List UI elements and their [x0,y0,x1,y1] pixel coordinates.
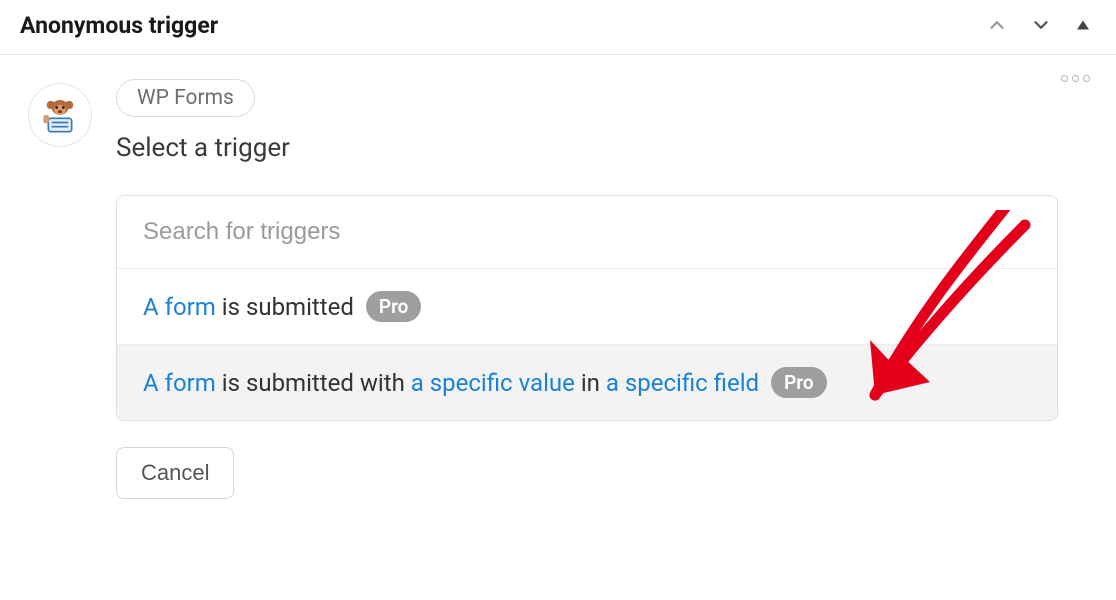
pro-badge: Pro [771,367,827,398]
chevron-up-icon [986,14,1008,36]
panel-header: Anonymous trigger [0,0,1116,55]
trigger-token-text: is submitted with [216,369,411,397]
section-subtitle: Select a trigger [116,133,1096,163]
collapse-button[interactable] [1070,12,1096,38]
trigger-token-text: is submitted [216,293,354,321]
main-content: WP Forms Select a trigger A form is subm… [116,79,1096,499]
trigger-token-link: A form [143,369,216,397]
cancel-button[interactable]: Cancel [116,447,234,499]
move-down-button[interactable] [1026,10,1056,40]
triangle-up-icon [1074,16,1092,34]
trigger-option-text: A form is submitted with a specific valu… [143,369,759,397]
search-row [117,196,1057,268]
trigger-token-link: a specific value [411,369,575,397]
trigger-token-link: a specific field [606,369,759,397]
trigger-option[interactable]: A form is submitted with a specific valu… [117,344,1057,420]
trigger-option[interactable]: A form is submitted Pro [117,268,1057,344]
more-options-button[interactable] [1061,75,1090,82]
dot-icon [1083,75,1090,82]
wpforms-icon [40,95,80,135]
trigger-dropdown: A form is submittedProA form is submitte… [116,195,1058,421]
trigger-token-text: in [575,369,606,397]
integration-avatar [28,83,92,147]
pro-badge: Pro [366,291,422,322]
panel-title: Anonymous trigger [20,12,218,39]
dot-icon [1072,75,1079,82]
search-input[interactable] [143,218,1031,246]
panel-header-controls [982,10,1096,40]
integration-chip[interactable]: WP Forms [116,79,255,117]
move-up-button[interactable] [982,10,1012,40]
dot-icon [1061,75,1068,82]
trigger-option-text: A form is submitted [143,293,354,321]
chevron-down-icon [1030,14,1052,36]
trigger-token-link: A form [143,293,216,321]
panel-body: WP Forms Select a trigger A form is subm… [0,55,1116,519]
